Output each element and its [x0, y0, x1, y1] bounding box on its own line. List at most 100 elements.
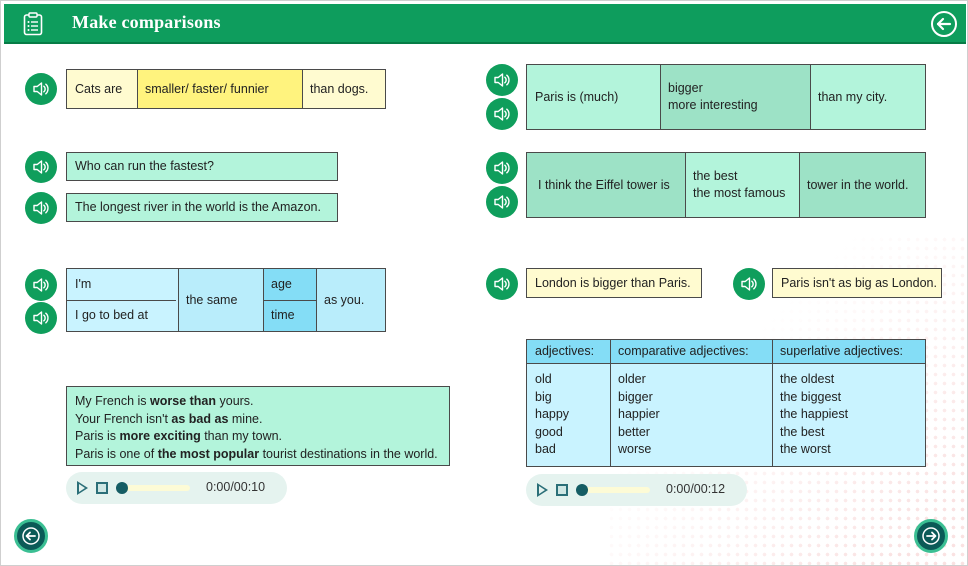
speaker-button[interactable] — [486, 268, 518, 300]
list-item: bad — [535, 442, 556, 457]
list-item: old — [535, 372, 552, 386]
play-icon[interactable] — [537, 483, 548, 497]
paris-box: Paris isn't as big as London. — [772, 268, 942, 298]
back-button[interactable] — [931, 11, 957, 37]
list-item: good — [535, 424, 563, 439]
cell: bigger more interesting — [660, 65, 810, 129]
cell: I think the Eiffel tower is — [527, 153, 685, 217]
divider — [685, 153, 686, 217]
cell: the best the most famous — [685, 153, 799, 217]
list-item: the best — [780, 424, 825, 439]
list-item: older — [618, 372, 646, 386]
divider — [527, 363, 925, 364]
adjectives-table: adjectives: comparative adjectives: supe… — [526, 339, 926, 467]
speaker-icon — [33, 82, 49, 96]
list-item: the biggest — [780, 389, 842, 404]
divider — [772, 340, 773, 466]
divider — [316, 269, 317, 331]
speaker-icon — [494, 73, 510, 87]
speaker-icon — [33, 160, 49, 174]
progress-track[interactable] — [116, 482, 190, 494]
progress-knob[interactable] — [116, 482, 128, 494]
cell: than dogs. — [302, 70, 385, 108]
london-text: London is bigger than Paris. — [535, 275, 691, 290]
list-item: big — [535, 389, 552, 404]
arrow-left-icon — [22, 527, 40, 545]
example-line: Paris is more exciting than my town. — [75, 429, 283, 443]
play-icon[interactable] — [77, 481, 88, 495]
divider — [799, 153, 800, 217]
speaker-button[interactable] — [486, 186, 518, 218]
question-box: Who can run the fastest? — [66, 152, 338, 181]
progress-track[interactable] — [576, 484, 650, 496]
speaker-button[interactable] — [25, 269, 57, 301]
stop-icon[interactable] — [556, 484, 568, 496]
divider — [302, 70, 303, 108]
example-line: My French is worse than yours. — [75, 394, 254, 408]
speaker-button[interactable] — [486, 98, 518, 130]
divider — [67, 300, 176, 301]
speaker-icon — [33, 311, 49, 325]
superlative-column: the oldest the biggest the happiest the … — [780, 371, 848, 459]
cell: Paris is (much) — [527, 65, 660, 129]
progress-knob[interactable] — [576, 484, 588, 496]
table-body — [527, 364, 925, 466]
stop-icon[interactable] — [96, 482, 108, 494]
audio-player: 0:00/00:10 — [66, 472, 287, 504]
title-bar: Make comparisons — [4, 4, 966, 44]
speaker-button[interactable] — [486, 64, 518, 96]
divider — [137, 70, 138, 108]
statement-text: The longest river in the world is the Am… — [75, 200, 321, 214]
list-item: happy — [535, 407, 570, 422]
speaker-button[interactable] — [733, 268, 765, 300]
speaker-icon — [494, 107, 510, 121]
speaker-button[interactable] — [25, 192, 57, 224]
example-line: Paris is one of the most popular tourist… — [75, 446, 438, 461]
arrow-left-icon — [936, 17, 952, 31]
speaker-button[interactable] — [486, 152, 518, 184]
divider — [810, 65, 811, 129]
column-header: superlative adjectives: — [780, 344, 903, 358]
list-item: the happiest — [780, 407, 849, 422]
cell: age — [263, 269, 316, 300]
speaker-button[interactable] — [25, 151, 57, 183]
cell: Cats are — [67, 70, 137, 108]
speaker-icon — [33, 278, 49, 292]
speaker-icon — [741, 277, 757, 291]
speaker-button[interactable] — [25, 73, 57, 105]
speaker-icon — [494, 277, 510, 291]
paris-comparative-table: Paris is (much) bigger more interesting t… — [526, 64, 926, 130]
next-page-button[interactable] — [914, 519, 948, 553]
divider — [660, 65, 661, 129]
cell: the same — [178, 269, 263, 331]
cell: time — [263, 300, 316, 331]
cats-sentence-table: Cats are smaller/ faster/ funnier than d… — [66, 69, 386, 109]
london-box: London is bigger than Paris. — [526, 268, 702, 298]
audio-player: 0:00/00:12 — [526, 474, 747, 506]
example-line: Your French isn't as bad as mine. — [75, 411, 263, 426]
list-item: bigger — [618, 389, 653, 404]
time-readout: 0:00/00:10 — [206, 480, 266, 494]
divider — [610, 340, 611, 466]
page: Make comparisons Cats are smaller/ faste… — [0, 0, 968, 566]
cell: smaller/ faster/ funnier — [137, 70, 302, 108]
eiffel-superlative-table: I think the Eiffel tower is the best the … — [526, 152, 926, 218]
cell: I'm — [67, 269, 178, 300]
page-title: Make comparisons — [72, 12, 221, 32]
statement-box: The longest river in the world is the Am… — [66, 193, 338, 222]
cell: as you. — [316, 269, 385, 331]
speaker-button[interactable] — [25, 302, 57, 334]
divider — [178, 269, 179, 331]
clipboard-list-icon — [23, 12, 43, 36]
speaker-icon — [494, 161, 510, 175]
adjective-column: old big happy good bad — [535, 371, 569, 459]
list-item: worse — [618, 442, 652, 457]
divider — [263, 300, 316, 301]
time-readout: 0:00/00:12 — [666, 482, 726, 496]
examples-box: My French is worse than yours. Your Fren… — [66, 386, 450, 466]
speaker-icon — [33, 201, 49, 215]
previous-page-button[interactable] — [14, 519, 48, 553]
list-item: happier — [618, 407, 660, 422]
list-item: the oldest — [780, 372, 835, 386]
comparative-column: older bigger happier better worse — [618, 371, 660, 459]
